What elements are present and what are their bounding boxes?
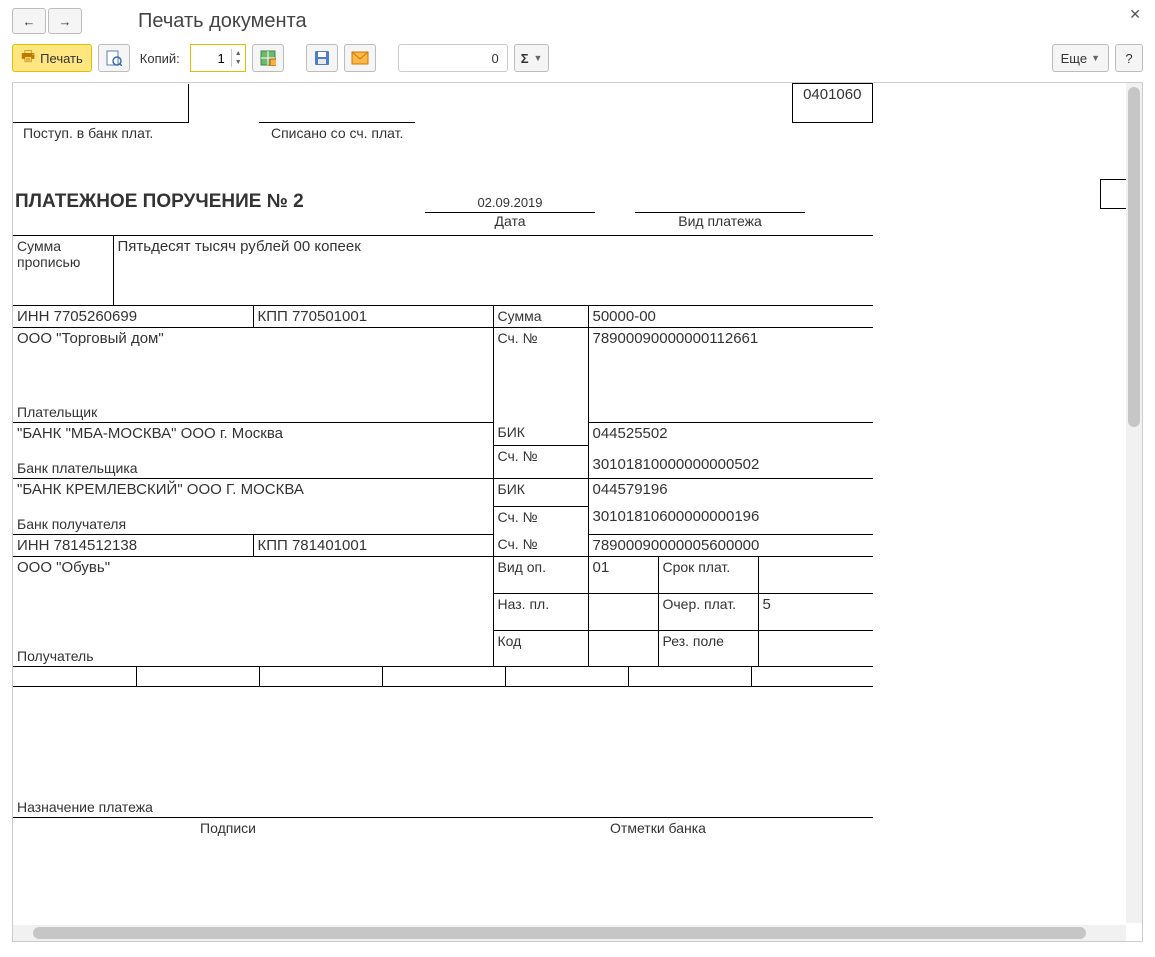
sum-label: Сумма: [493, 306, 588, 328]
document-title: ПЛАТЕЖНОЕ ПОРУЧЕНИЕ № 2: [15, 191, 415, 213]
recv-inn: ИНН 7814512138: [13, 534, 253, 556]
scrollbar-thumb[interactable]: [33, 927, 1086, 939]
form-code: 0401060: [792, 84, 872, 123]
acc-label: Сч. №: [493, 506, 588, 534]
close-icon[interactable]: ✕: [1129, 6, 1141, 23]
acc-label: Сч. №: [493, 534, 588, 556]
sigma-icon: Σ: [521, 51, 529, 66]
recv-label: Получатель: [17, 648, 94, 664]
print-button-label: Печать: [40, 51, 83, 66]
kod-label: Код: [493, 630, 588, 666]
sum-words-label: Сумма прописью: [13, 235, 113, 305]
vidop-label: Вид оп.: [493, 556, 588, 593]
scrollbar-thumb[interactable]: [1128, 87, 1140, 427]
sum-value: 50000-00: [588, 306, 873, 328]
payer-label: Плательщик: [17, 404, 97, 420]
payer-bik: 044525502: [588, 422, 873, 446]
date-value: 02.09.2019: [425, 195, 595, 213]
printer-icon: 🖶: [21, 46, 35, 71]
payer-bank: "БАНК "МБА-МОСКВА" ООО г. Москва: [17, 425, 489, 442]
ocher-value: 5: [758, 593, 873, 630]
help-button[interactable]: ?: [1115, 44, 1143, 72]
paytype-label: Вид платежа: [635, 213, 805, 229]
copies-spinner[interactable]: ▲ ▼: [190, 44, 246, 72]
nav-fwd-button[interactable]: →: [48, 8, 82, 34]
nav-back-button[interactable]: ←: [12, 8, 46, 34]
recv-bank-label: Банк получателя: [17, 516, 126, 532]
spinner-down-icon[interactable]: ▼: [232, 58, 245, 67]
diskette-icon: [314, 50, 330, 66]
recv-acc: 78900090000005600000: [588, 534, 873, 556]
print-button[interactable]: 🖶 Печать: [12, 44, 92, 72]
email-button[interactable]: [344, 44, 376, 72]
chevron-down-icon: ▼: [534, 53, 543, 63]
sigma-button[interactable]: Σ ▼: [514, 44, 550, 72]
payer-name: ООО "Торговый дом": [17, 330, 489, 347]
copies-input[interactable]: [191, 50, 231, 67]
rez-label: Рез. поле: [658, 630, 758, 666]
arrow-right-icon: →: [59, 14, 72, 29]
help-icon: ?: [1125, 51, 1132, 66]
save-button[interactable]: [306, 44, 338, 72]
srok-label: Срок плат.: [658, 556, 758, 593]
writtenoff-label: Списано со сч. плат.: [259, 122, 415, 143]
scrollbar-vertical[interactable]: [1126, 83, 1142, 923]
copies-label: Копий:: [140, 51, 180, 66]
grid-icon: [260, 50, 276, 66]
acc-label: Сч. №: [493, 327, 588, 422]
scrollbar-horizontal[interactable]: [13, 925, 1126, 941]
recv-bank-corr: 30101810600000000196: [588, 506, 873, 534]
bankmarks-label: Отметки банка: [443, 818, 873, 838]
recv-bank: "БАНК КРЕМЛЕВСКИЙ" ООО Г. МОСКВА: [17, 481, 489, 498]
template-button[interactable]: [252, 44, 284, 72]
chevron-down-icon: ▼: [1091, 53, 1100, 63]
paytype-value: [635, 195, 805, 213]
recv-name: ООО "Обувь": [17, 559, 489, 576]
payer-kpp: КПП 770501001: [253, 306, 493, 328]
payer-acc: 78900090000000112661: [588, 327, 873, 422]
date-label: Дата: [425, 213, 595, 229]
preview-button[interactable]: [98, 44, 130, 72]
ocher-label: Очер. плат.: [658, 593, 758, 630]
bik-label: БИК: [493, 422, 588, 446]
payer-bank-corr: 30101810000000000502: [588, 446, 873, 478]
acc-label: Сч. №: [493, 446, 588, 478]
spinner-up-icon[interactable]: ▲: [232, 49, 245, 58]
bik-label: БИК: [493, 478, 588, 506]
sum-field[interactable]: 0: [398, 44, 508, 72]
more-button[interactable]: Еще ▼: [1052, 44, 1109, 72]
preview-icon: [106, 50, 122, 66]
nazpl-label: Наз. пл.: [493, 593, 588, 630]
sum-words: Пятьдесят тысяч рублей 00 копеек: [113, 235, 873, 305]
sum-field-value: 0: [491, 51, 498, 66]
recv-kpp: КПП 781401001: [253, 534, 493, 556]
signs-label: Подписи: [13, 818, 443, 838]
received-label: Поступ. в банк плат.: [13, 122, 189, 143]
document-area: 0401060 Поступ. в банк плат. Списано со …: [12, 82, 1143, 942]
payer-inn: ИНН 7705260699: [13, 306, 253, 328]
purpose-label: Назначение платежа: [17, 799, 153, 815]
more-button-label: Еще: [1061, 51, 1087, 66]
vidop-value: 01: [588, 556, 658, 593]
payer-bank-label: Банк плательщика: [17, 460, 138, 476]
arrow-left-icon: ←: [23, 14, 36, 29]
page-title: Печать документа: [138, 10, 307, 33]
mail-icon: [351, 51, 369, 65]
recv-bik: 044579196: [588, 478, 873, 506]
